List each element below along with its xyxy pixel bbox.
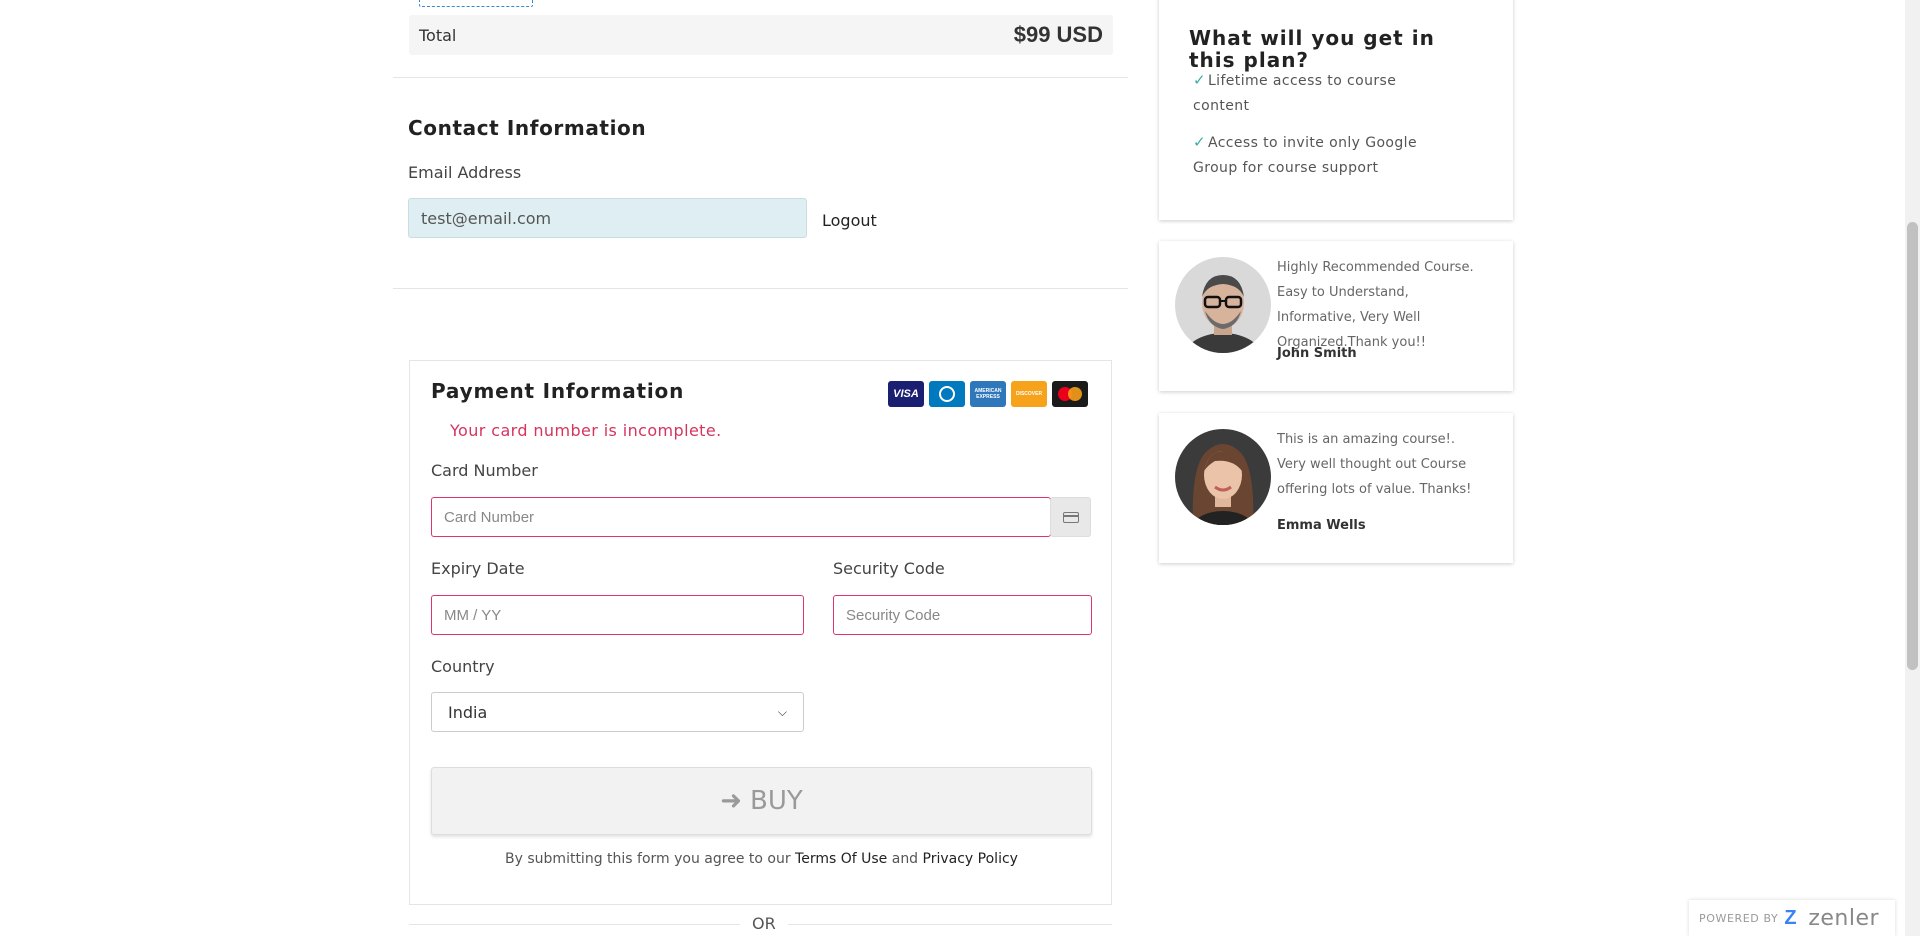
card-type-button xyxy=(1050,497,1091,537)
buy-button[interactable]: ➜ BUY xyxy=(431,767,1092,835)
terms-text: By submitting this form you agree to our… xyxy=(410,851,1113,867)
security-code-label: Security Code xyxy=(833,559,945,578)
plan-item: ✓ Lifetime access to course content xyxy=(1193,68,1433,119)
terms-prefix: By submitting this form you agree to our xyxy=(505,851,791,867)
visa-icon: VISA xyxy=(888,381,924,407)
plan-item-text: Access to invite only Google Group for c… xyxy=(1193,135,1417,176)
security-code-input[interactable]: Security Code xyxy=(833,595,1092,635)
amex-icon: AMERICAN EXPRESS xyxy=(970,381,1006,407)
testimonial-card: This is an amazing course!. Very well th… xyxy=(1159,413,1513,563)
divider xyxy=(393,77,1128,78)
testimonial-author: John Smith xyxy=(1277,346,1357,361)
expiry-input[interactable]: MM / YY xyxy=(431,595,804,635)
testimonial-author: Emma Wells xyxy=(1277,518,1366,533)
terms-and: and xyxy=(891,851,919,867)
order-total: Total $99 USD xyxy=(409,15,1113,55)
contact-title: Contact Information xyxy=(408,116,647,140)
mastercard-icon xyxy=(1052,381,1088,407)
payment-title: Payment Information xyxy=(431,379,685,403)
divider xyxy=(393,288,1128,289)
check-icon: ✓ xyxy=(1193,133,1206,151)
page-scrollbar[interactable] xyxy=(1905,0,1920,936)
zenler-logo-icon: Z xyxy=(1784,907,1797,929)
credit-card-icon xyxy=(1062,511,1079,523)
plan-item: ✓ Access to invite only Google Group for … xyxy=(1193,130,1433,181)
card-number-input[interactable]: Card Number xyxy=(431,497,1051,537)
zenler-brand: zenler xyxy=(1808,905,1880,931)
chevron-down-icon: ⌵ xyxy=(777,704,787,719)
logout-link[interactable]: Logout xyxy=(822,211,877,230)
diners-icon xyxy=(929,381,965,407)
accepted-cards: VISA AMERICAN EXPRESS DISCOVER xyxy=(888,381,1088,407)
expiry-label: Expiry Date xyxy=(431,559,525,578)
plan-card: What will you get in this plan? ✓ Lifetim… xyxy=(1159,0,1513,220)
privacy-link[interactable]: Privacy Policy xyxy=(923,851,1018,867)
testimonial-quote: This is an amazing course!. Very well th… xyxy=(1277,432,1472,497)
buy-label: BUY xyxy=(750,786,803,816)
payment-section: Payment Information VISA AMERICAN EXPRESS… xyxy=(409,360,1112,905)
country-label: Country xyxy=(431,657,495,676)
powered-by-label: POWERED BY xyxy=(1699,911,1779,925)
country-select[interactable]: India ⌵ xyxy=(431,692,804,732)
discover-icon: DISCOVER xyxy=(1011,381,1047,407)
avatar xyxy=(1175,257,1271,353)
testimonial-quote: Highly Recommended Course. Easy to Under… xyxy=(1277,260,1474,350)
plan-item-text: Lifetime access to course content xyxy=(1193,73,1397,114)
avatar xyxy=(1175,429,1271,525)
arrow-right-icon: ➜ xyxy=(720,786,743,816)
scrollbar-thumb[interactable] xyxy=(1907,222,1918,670)
email-label: Email Address xyxy=(408,163,522,182)
card-error-message: Your card number is incomplete. xyxy=(450,421,722,440)
or-text: OR xyxy=(740,914,788,933)
card-number-label: Card Number xyxy=(431,461,538,480)
country-value: India xyxy=(448,702,488,722)
focus-outline xyxy=(419,0,533,7)
powered-by-badge[interactable]: POWERED BY Z zenler xyxy=(1689,900,1895,936)
terms-link[interactable]: Terms Of Use xyxy=(795,851,887,867)
total-value: $99 USD xyxy=(1013,22,1103,47)
total-label: Total xyxy=(419,25,457,45)
check-icon: ✓ xyxy=(1193,71,1206,89)
plan-title: What will you get in this plan? xyxy=(1189,26,1435,72)
testimonial-card: Highly Recommended Course. Easy to Under… xyxy=(1159,241,1513,391)
email-field[interactable]: test@email.com xyxy=(408,198,807,238)
